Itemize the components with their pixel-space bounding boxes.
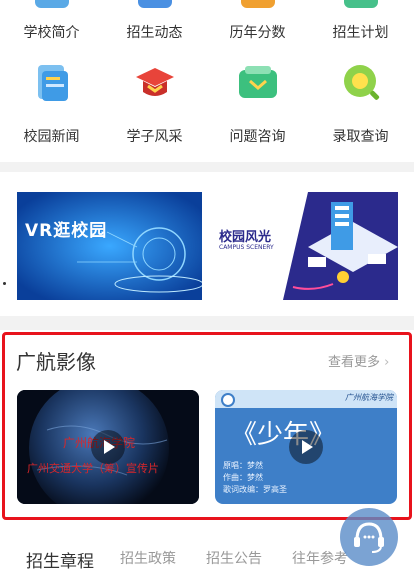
video-1-subtitle: 广州交通大学（筹）宣传片 <box>27 462 159 475</box>
quick-link-campus-news[interactable]: 校园新闻 <box>0 52 103 152</box>
section-divider <box>0 162 414 172</box>
vr-globe-graphic <box>17 192 202 300</box>
quick-link-admission-plan[interactable]: 招生计划 <box>309 0 412 50</box>
video-card-promo[interactable]: 广州航海学院 广州交通大学（筹）宣传片 <box>17 390 199 504</box>
campus-news-icon <box>38 65 68 101</box>
quick-link-label: 问题咨询 <box>229 129 286 145</box>
video-card-shaonian[interactable]: 广州航海学院 《少年》 原唱：梦然 作曲：梦然 歌词改编：罗高圣 <box>215 390 397 504</box>
quick-link-label: 录取查询 <box>332 129 389 145</box>
carousel-indicator <box>3 282 6 285</box>
campus-scenery-banner[interactable]: 校园风光 CAMPUS SCENERY <box>213 192 398 300</box>
quick-link-admission-query[interactable]: 录取查询 <box>309 52 412 152</box>
campus-banner-subtitle: CAMPUS SCENERY <box>219 244 274 251</box>
view-more-label: 查看更多 <box>328 355 381 370</box>
quick-link-student-style[interactable]: 学子风采 <box>103 52 206 152</box>
chevron-right-icon: › <box>384 355 390 370</box>
section-divider <box>0 316 414 330</box>
video-2-credit: 原唱：梦然 <box>223 461 263 470</box>
video-2-credit: 作曲：梦然 <box>223 473 263 482</box>
view-more-link[interactable]: 查看更多 › <box>328 351 389 370</box>
headset-icon <box>354 522 384 553</box>
tab-admission-notice[interactable]: 招生公告 <box>206 548 262 568</box>
video-2-header: 广州航海学院 <box>345 393 393 402</box>
message-icon <box>239 66 277 98</box>
campus-banner-title: 校园风光 <box>219 230 272 245</box>
play-icon[interactable] <box>289 430 323 464</box>
quick-link-label: 历年分数 <box>229 25 286 41</box>
vr-banner-title: VR逛校园 <box>25 221 108 241</box>
school-logo-icon <box>221 393 235 407</box>
search-icon <box>344 65 380 100</box>
video-2-credit: 歌词改编：罗高圣 <box>223 485 287 494</box>
media-section-title: 广航影像 <box>16 350 96 374</box>
quick-link-label: 校园新闻 <box>23 129 80 145</box>
quick-link-label: 学子风采 <box>126 129 183 145</box>
admission-plan-icon <box>344 0 378 8</box>
quick-link-consult[interactable]: 问题咨询 <box>206 52 309 152</box>
tab-admission-policy[interactable]: 招生政策 <box>120 548 176 568</box>
quick-link-school-intro[interactable]: 学校简介 <box>0 0 103 50</box>
quick-link-admission-news[interactable]: 招生动态 <box>103 0 206 50</box>
quick-link-label: 招生动态 <box>126 25 183 41</box>
quick-link-label: 学校简介 <box>23 25 80 41</box>
quick-links-row-2: 校园新闻 学子风采 问题咨询 录取查询 <box>0 52 414 152</box>
quick-link-label: 招生计划 <box>332 25 389 41</box>
tab-admission-charter[interactable]: 招生章程 <box>26 547 94 572</box>
customer-service-button[interactable] <box>340 508 398 566</box>
graduation-cap-icon <box>136 68 174 96</box>
score-history-icon <box>241 0 275 8</box>
admission-news-icon <box>138 0 172 8</box>
quick-link-score-history[interactable]: 历年分数 <box>206 0 309 50</box>
school-intro-icon <box>35 0 69 8</box>
vr-campus-banner[interactable]: VR逛校园 <box>17 192 202 300</box>
play-icon[interactable] <box>91 430 125 464</box>
